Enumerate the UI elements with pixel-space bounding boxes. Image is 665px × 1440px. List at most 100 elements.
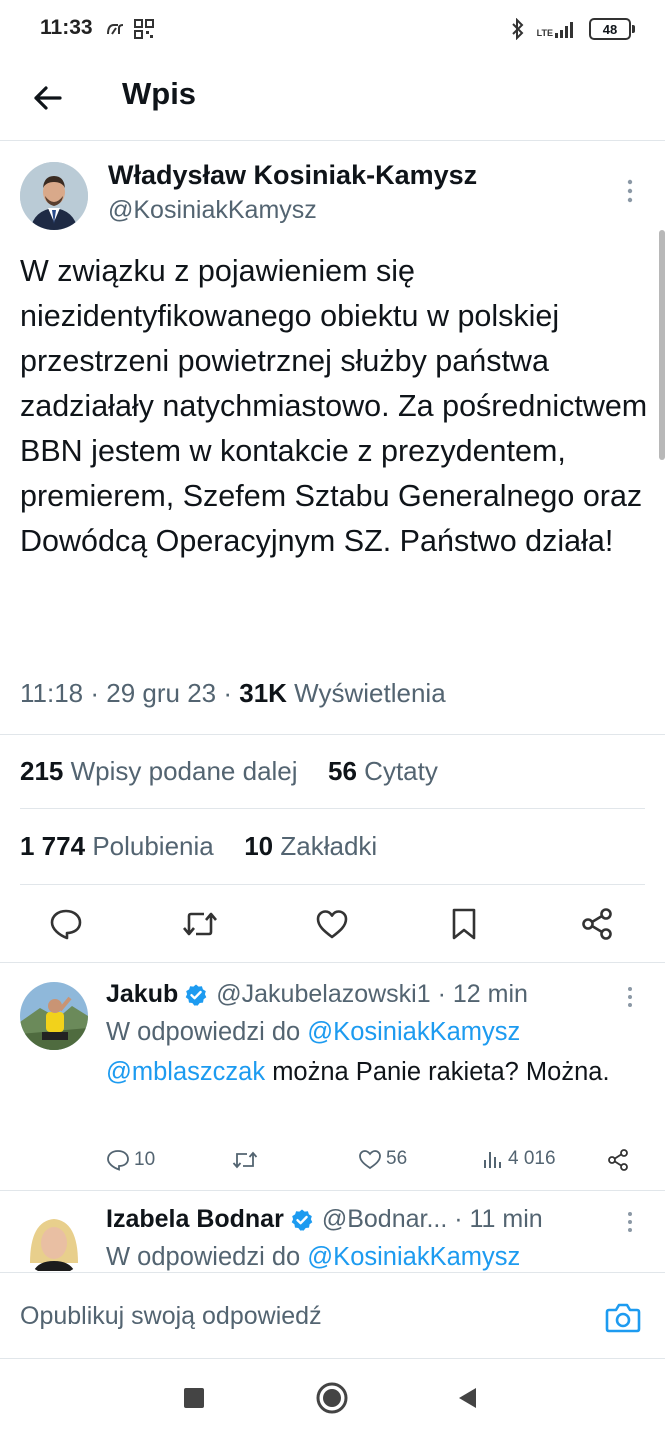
mention-link[interactable]: @mblaszczak [106,1058,265,1086]
system-back-button[interactable] [456,1386,478,1410]
status-notification-icons [106,19,154,39]
home-button[interactable] [316,1382,348,1414]
header-divider [0,140,665,141]
reply-like-count: 56 [386,1148,408,1169]
reply-retweet-button[interactable] [232,1148,258,1172]
reply-author-name[interactable]: Izabela Bodnar [106,1205,284,1234]
reply-comment-count: 10 [134,1149,156,1170]
reply-text: W odpowiedzi do @KosiniakKamysz @mblaszc… [106,1012,626,1092]
retweet-icon [232,1151,258,1169]
reply-item-clip: Izabela Bodnar @Bodnar... · 11 min W odp… [0,1191,665,1271]
retweets-stat[interactable]: 215 Wpisy podane dalej [20,756,298,786]
comment-icon [107,1150,129,1171]
camera-button[interactable] [605,1302,641,1334]
recent-apps-button[interactable] [184,1388,204,1408]
bookmarks-label: Zakładki [280,831,378,861]
heart-icon [316,910,348,939]
reply-author-name[interactable]: Jakub [106,980,178,1009]
author-avatar[interactable] [20,162,88,230]
retweet-icon [183,912,217,936]
author-handle[interactable]: @KosiniakKamysz [108,196,317,225]
battery-indicator: 48 [589,18,635,40]
views-chart-icon [484,1152,501,1168]
likes-stat[interactable]: 1 774 Polubienia [20,831,214,861]
triangle-back-icon [459,1388,476,1408]
like-bookmark-stats: 1 774 Polubienia 10 Zakładki [20,831,377,862]
reply-author-handle[interactable]: @Bodnar... [322,1205,447,1234]
reply-like-button[interactable]: 56 [358,1148,407,1170]
share-icon [582,908,612,940]
likes-label: Polubienia [92,831,214,861]
bookmark-icon [452,908,476,940]
reply-button[interactable] [46,904,86,944]
likes-count: 1 774 [20,831,86,861]
share-icon [608,1149,628,1171]
tweet-text: W związku z pojawieniem się niezidentyfi… [20,254,648,558]
tweet-time: 11:18 [20,678,84,708]
bookmarks-stat[interactable]: 10 Zakładki [244,831,377,861]
camera-icon [605,1303,641,1333]
qr-code-icon [134,19,154,39]
reply-prefix: W odpowiedzi do [106,1018,301,1046]
stats-divider-2 [20,884,645,885]
verified-badge-icon [185,984,207,1006]
nav-divider [0,1358,665,1359]
composer-divider [0,1272,665,1273]
quotes-stat[interactable]: 56 Cytaty [328,756,438,786]
reply-time: 11 min [469,1205,543,1233]
views-label: Wyświetlenia [294,678,446,708]
reply-more-button[interactable] [622,986,638,1008]
signal-icon: LTE [537,20,577,38]
quotes-label: Cytaty [364,756,438,786]
reply-author-handle[interactable]: @Jakubelazowski1 [216,980,430,1009]
network-type: LTE [536,28,553,38]
bluetooth-icon [511,18,524,40]
reply-prefix: W odpowiedzi do [106,1243,301,1271]
reply-body: można Panie rakieta? Można. [272,1058,610,1086]
reply-text-2: W odpowiedzi do @KosiniakKamysz [106,1237,626,1271]
more-options-button[interactable] [622,178,638,204]
views-count: 31K [239,678,287,708]
more-vertical-icon [628,987,632,1007]
retweets-count: 215 [20,756,64,786]
retweet-button[interactable] [180,904,220,944]
meta-divider [0,734,665,735]
reply-header-2: Izabela Bodnar @Bodnar... · 11 min [106,1205,543,1234]
reply-time: 12 min [452,980,528,1008]
home-circle-icon [316,1382,348,1414]
stats-divider [20,808,645,809]
bookmark-button[interactable] [444,904,484,944]
back-button[interactable] [30,80,66,116]
actions-divider [0,962,665,963]
author-name[interactable]: Władysław Kosiniak-Kamysz [108,160,477,191]
reply-views-button[interactable]: 4 016 [482,1148,556,1170]
arrow-left-icon [34,86,62,110]
reply-avatar-jakub[interactable] [20,982,88,1050]
retweet-quote-stats: 215 Wpisy podane dalej 56 Cytaty [20,756,438,787]
more-vertical-icon [628,1212,632,1232]
more-vertical-icon [627,179,633,203]
page-title: Wpis [122,76,197,111]
status-time: 11:33 [40,16,93,39]
verified-badge-icon [291,1209,313,1231]
reply-to-link[interactable]: @KosiniakKamysz [307,1018,520,1046]
network-speed-icon [107,24,124,35]
like-button[interactable] [312,904,352,944]
reply-more-button-2[interactable] [622,1211,638,1233]
reply-views-count: 4 016 [508,1148,556,1169]
reply-share-button[interactable] [606,1148,630,1172]
reply-to-link[interactable]: @KosiniakKamysz [307,1243,520,1271]
comment-icon [50,909,82,940]
reply-composer-input[interactable]: Opublikuj swoją odpowiedź [20,1302,322,1331]
bookmarks-count: 10 [244,831,274,861]
reply-comment-button[interactable]: 10 [106,1148,155,1172]
share-button[interactable] [577,904,617,944]
quotes-count: 56 [328,756,357,786]
retweets-label: Wpisy podane dalej [70,756,298,786]
scrollbar[interactable] [659,230,665,460]
tweet-meta: 11:18 · 29 gru 23 · 31K Wyświetlenia [20,678,446,708]
reply-avatar-izabela[interactable] [20,1207,88,1271]
heart-icon [359,1150,381,1170]
tweet-date: 29 gru 23 [106,678,217,708]
reply-header: Jakub @Jakubelazowski1 · 12 min [106,980,528,1009]
